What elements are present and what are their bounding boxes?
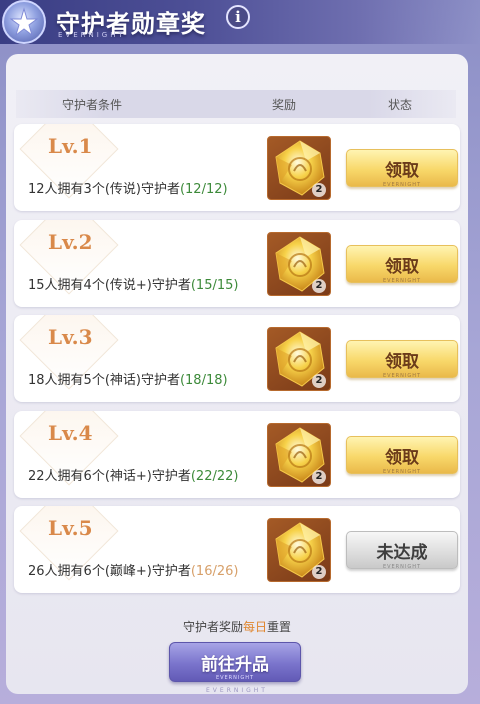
level-label: Lv.2 <box>48 230 93 254</box>
condition-text: 26人拥有6个(巅峰+)守护者(16/26) <box>28 560 238 579</box>
title-bar: 守护者勋章奖 EVERNIGHT i <box>0 0 480 44</box>
status-label: 领取 <box>385 448 419 468</box>
condition-text: 22人拥有6个(神话+)守护者(22/22) <box>28 465 238 484</box>
header-condition: 守护者条件 <box>62 98 123 112</box>
status-label: 未达成 <box>376 543 428 563</box>
reward-row: Lv.5 26人拥有6个(巅峰+)守护者(16/26) 2 未达成 EVERNI… <box>14 506 460 593</box>
condition-text: 15人拥有4个(传说+)守护者(15/15) <box>28 274 238 293</box>
reward-row: Lv.1 12人拥有3个(传说)守护者(12/12) 2 领取 EVERNIGH… <box>14 124 460 211</box>
header-status: 状态 <box>388 98 413 112</box>
status-button[interactable]: 领取 EVERNIGHT <box>346 149 458 188</box>
level-label: Lv.5 <box>48 516 93 540</box>
reward-item[interactable]: 2 <box>267 423 331 487</box>
window-subtitle: EVERNIGHT <box>58 31 126 39</box>
condition-desc: 26人拥有6个(巅峰+)守护者 <box>28 564 191 579</box>
reset-note-prefix: 守护者奖励 <box>182 620 243 634</box>
reward-row: Lv.4 22人拥有6个(神话+)守护者(22/22) 2 领取 EVERNIG… <box>14 411 460 498</box>
condition-progress: (18/18) <box>179 373 228 388</box>
reward-item[interactable]: 2 <box>267 518 331 582</box>
reset-note-highlight: 每日 <box>242 620 267 634</box>
status-button[interactable]: 领取 EVERNIGHT <box>346 340 458 379</box>
reset-note: 守护者奖励每日重置 <box>6 618 468 635</box>
status-label: 领取 <box>385 257 419 277</box>
star-emblem-icon <box>2 0 46 44</box>
status-label: 领取 <box>385 352 419 372</box>
upgrade-button-label: 前往升品 <box>201 655 269 675</box>
info-icon[interactable]: i <box>226 5 250 29</box>
status-label: 领取 <box>385 161 419 181</box>
condition-progress: (22/22) <box>190 469 239 484</box>
status-button[interactable]: 未达成 EVERNIGHT <box>346 531 458 570</box>
condition-desc: 18人拥有5个(神话)守护者 <box>28 373 180 388</box>
condition-text: 12人拥有3个(传说)守护者(12/12) <box>28 178 228 197</box>
status-button[interactable]: 领取 EVERNIGHT <box>346 245 458 284</box>
status-sub: EVERNIGHT <box>382 182 422 188</box>
level-label: Lv.3 <box>48 325 93 349</box>
status-sub: EVERNIGHT <box>382 373 422 379</box>
upgrade-button-sub: EVERNIGHT <box>215 675 255 681</box>
reward-row: Lv.2 15人拥有4个(传说+)守护者(15/15) 2 领取 EVERNIG… <box>14 220 460 307</box>
status-sub: EVERNIGHT <box>382 564 422 570</box>
reset-note-suffix: 重置 <box>267 620 292 634</box>
condition-text: 18人拥有5个(神话)守护者(18/18) <box>28 369 228 388</box>
table-header: 守护者条件 奖励 状态 <box>16 90 456 118</box>
reward-row: Lv.3 18人拥有5个(神话)守护者(18/18) 2 领取 EVERNIGH… <box>14 315 460 402</box>
reward-count: 2 <box>312 470 326 484</box>
reward-item[interactable]: 2 <box>267 136 331 200</box>
watermark: EVERNIGHT <box>206 687 268 694</box>
reward-panel: 守护者条件 奖励 状态 Lv.1 12人拥有3个(传说)守护者(12/12) 2… <box>6 54 468 694</box>
reward-count: 2 <box>312 565 326 579</box>
reward-item[interactable]: 2 <box>267 327 331 391</box>
reward-count: 2 <box>312 374 326 388</box>
header-reward: 奖励 <box>272 98 297 112</box>
reward-count: 2 <box>312 183 326 197</box>
condition-desc: 15人拥有4个(传说+)守护者 <box>28 278 191 293</box>
upgrade-button[interactable]: 前往升品 EVERNIGHT <box>169 642 301 682</box>
reward-item[interactable]: 2 <box>267 232 331 296</box>
condition-progress: (15/15) <box>190 278 239 293</box>
condition-desc: 22人拥有6个(神话+)守护者 <box>28 469 191 484</box>
reward-count: 2 <box>312 279 326 293</box>
condition-progress: (12/12) <box>179 182 228 197</box>
status-button[interactable]: 领取 EVERNIGHT <box>346 436 458 475</box>
level-label: Lv.1 <box>48 134 93 158</box>
condition-progress: (16/26) <box>190 564 239 579</box>
status-sub: EVERNIGHT <box>382 469 422 475</box>
condition-desc: 12人拥有3个(传说)守护者 <box>28 182 180 197</box>
status-sub: EVERNIGHT <box>382 278 422 284</box>
level-label: Lv.4 <box>48 421 93 445</box>
